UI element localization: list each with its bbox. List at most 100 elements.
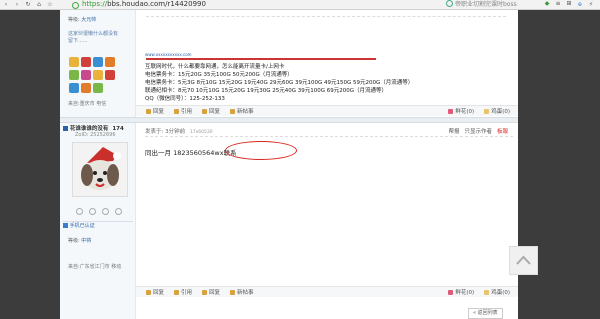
help-link[interactable]: 帮报: [448, 127, 459, 135]
post2-username-row: 花谁谁谁的没有 174: [63, 124, 124, 132]
address-bar[interactable]: https://bbs.houdao.com/r14420990: [82, 0, 206, 9]
flower-label: 鲜花(0): [455, 109, 475, 115]
reload-icon[interactable]: ↻: [25, 1, 31, 8]
menu-icon[interactable]: ≡: [555, 1, 561, 7]
sig-line1: 这家伙很懒什么都没有: [68, 31, 119, 37]
lightning-icon[interactable]: ⚡: [588, 1, 594, 8]
chevron-up-icon: [516, 255, 531, 265]
post2-uid: ZoID: 25252696: [75, 132, 116, 138]
post2-meta: 发表于: 3分钟前 17x60530: [145, 127, 213, 135]
egg-button[interactable]: 鸡蛋(0): [484, 288, 510, 296]
quote-icon: [174, 289, 180, 295]
medal-icon: [69, 57, 79, 67]
back-icon[interactable]: ‹: [3, 1, 9, 8]
medal-gallery: [69, 57, 129, 95]
reply-label: 回复: [153, 290, 165, 296]
browser-toolbar: ‹ › ↻ ⌂ ☆ https://bbs.houdao.com/r144209…: [0, 0, 600, 10]
star-icon[interactable]: ☆: [47, 1, 53, 8]
post2-level: 等级: 中将: [68, 237, 91, 244]
level-value[interactable]: 中将: [81, 238, 91, 244]
content-line: 电信票务卡：15元20G 35元100G 50元200G（月流通等）: [145, 72, 293, 78]
search-placeholder: 帝职业切割完课时boss: [455, 1, 517, 8]
red-banner: [146, 58, 376, 60]
content-line: QQ（微信同号）：125-252-133: [145, 96, 225, 102]
post1-content: 互联网时代，什么都要靠网通，怎么能离开流量卡/上网卡 电信票务卡：15元20G …: [145, 63, 413, 103]
post1-action-bar: 回复 引用 回复 新帖事 鲜花(0) 鸡蛋(0): [136, 105, 518, 116]
post2-tools: 帮报 只显示作者 板報: [448, 127, 508, 135]
sig-line2: 留下......: [68, 38, 88, 44]
add-friend-icon[interactable]: [89, 208, 96, 215]
flower-icon: [448, 108, 454, 114]
level-label: 等级:: [68, 238, 80, 244]
new-post-icon: [230, 108, 236, 114]
medal-icon: [69, 83, 79, 93]
quote-button[interactable]: 引用: [174, 288, 192, 296]
new-post-label: 新帖事: [237, 109, 254, 115]
gift-icon[interactable]: [102, 208, 109, 215]
home-icon[interactable]: ⌂: [36, 1, 42, 8]
forward-icon[interactable]: ›: [14, 1, 20, 8]
new-post-label: 新帖事: [237, 290, 254, 296]
post2-action-bar: 回复 引用 回复 新帖事 鲜花(0) 鸡蛋(0): [136, 286, 518, 297]
only-author-link[interactable]: 只显示作者: [464, 127, 492, 135]
post1-signature: 这家伙很懒什么都没有 留下......: [68, 30, 118, 44]
url-path: /r14420990: [165, 0, 206, 8]
medal-icon: [93, 83, 103, 93]
highlight-circle: [225, 141, 297, 160]
flower-button[interactable]: 鲜花(0): [448, 288, 474, 296]
content-line: 联通纪相卡：8元70 10元10G 15元20G 19元30G 25元40G 3…: [145, 88, 388, 94]
reply-label: 回复: [209, 109, 221, 115]
content-link[interactable]: www.xxxxxxxxxxx.com: [145, 52, 192, 57]
egg-button[interactable]: 鸡蛋(0): [484, 107, 510, 115]
medal-icon: [81, 83, 91, 93]
message-icon[interactable]: [76, 208, 83, 215]
forum-page: 等级: 大元帅 这家伙很懒什么都没有 留下...... 来自:重庆市 电信 ww…: [60, 10, 518, 319]
url-host: bbs.houdao.com: [107, 0, 166, 8]
quote-label: 引用: [181, 109, 193, 115]
egg-label: 鸡蛋(0): [491, 109, 510, 115]
level-value[interactable]: 大元帅: [81, 17, 96, 23]
content-line: 电信票务卡：5元3G 8元10G 15元20G 19元40G 29元60G 39…: [145, 80, 414, 86]
post2-user-panel: 花谁谁谁的没有 174 ZoID: 25252696 手机已认证 等级: 中将 …: [60, 123, 136, 319]
report-button[interactable]: 回复: [146, 107, 164, 115]
reply-icon: [202, 108, 208, 114]
grid-icon[interactable]: ⊞: [566, 1, 572, 7]
reply-icon: [146, 289, 151, 295]
shield-icon[interactable]: ◆: [544, 1, 550, 7]
flower-icon: [448, 289, 454, 295]
secure-lock-icon: [72, 2, 79, 9]
edge-icon[interactable]: e: [577, 1, 583, 8]
profile-actions: [76, 208, 122, 215]
post1-from: 来自:重庆市 电信: [68, 101, 107, 107]
reply-button[interactable]: 回复: [146, 288, 164, 296]
medal-icon: [81, 70, 91, 80]
profile-icon[interactable]: [115, 208, 122, 215]
quote-button[interactable]: 引用: [174, 107, 192, 115]
reply-button[interactable]: 回复: [202, 107, 220, 115]
post2-content: 同出一月 1823560564wx联系: [145, 149, 237, 157]
search-engine-icon: [446, 0, 453, 7]
quote-label: 引用: [181, 290, 193, 296]
post1-user-panel: 等级: 大元帅 这家伙很懒什么都没有 留下...... 来自:重庆市 电信: [60, 10, 136, 121]
search-input[interactable]: 帝职业切割完课时boss: [446, 0, 542, 9]
phone-verify-row: 手机已认证: [63, 221, 133, 231]
scroll-to-top-button[interactable]: [509, 246, 538, 275]
post-time: 发表于: 3分钟前: [145, 129, 186, 135]
post-ip: 17x60530: [189, 130, 213, 135]
medal-icon: [105, 70, 115, 80]
back-to-list-button[interactable]: « 返回列表: [468, 308, 503, 319]
quote-icon: [174, 108, 180, 114]
url-prefix: https://: [82, 0, 108, 8]
new-post-button[interactable]: 新帖事: [230, 288, 254, 296]
user-badge-icon: [63, 126, 68, 131]
report-label: 回复: [153, 109, 165, 115]
reply2-button[interactable]: 回复: [202, 288, 220, 296]
new-post-button[interactable]: 新帖事: [230, 107, 254, 115]
avatar[interactable]: [72, 142, 128, 197]
level-label: 等级:: [68, 17, 80, 23]
medal-icon: [81, 57, 91, 67]
flower-button[interactable]: 鲜花(0): [448, 107, 474, 115]
medal-icon: [105, 57, 115, 67]
medal-icon: [69, 70, 79, 80]
floor-tag[interactable]: 板報: [497, 127, 508, 135]
